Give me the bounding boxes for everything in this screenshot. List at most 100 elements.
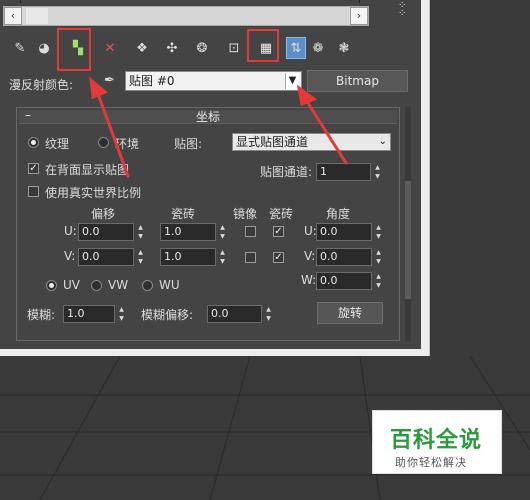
environ-label: 环境 (115, 137, 140, 151)
u-offset-spinner[interactable]: 0.0 ▲ ▼ (78, 223, 143, 241)
blur-offset-label: 模糊偏移: (141, 308, 194, 322)
reset-delete-icon[interactable]: ✕ (100, 37, 120, 59)
spinner-arrows-icon[interactable]: ▲ ▼ (373, 272, 384, 290)
u-angle-spinner[interactable]: 0.0 ▲ ▼ (316, 223, 381, 241)
angle-header: 角度 (326, 207, 351, 221)
u-mirror-checkbox[interactable] (245, 226, 256, 237)
u-tiling-spinner[interactable]: 1.0 ▲ ▼ (160, 223, 225, 241)
real-world-scale-checkbox[interactable] (28, 186, 39, 197)
u-offset-value: 0.0 (82, 225, 100, 238)
wu-radio[interactable] (142, 280, 153, 291)
spinner-arrows-icon[interactable]: ▲ ▼ (263, 305, 274, 323)
spinner-arrows-icon[interactable]: ▲ ▼ (116, 305, 127, 323)
rotate-button[interactable]: 旋转 (317, 302, 383, 324)
offset-header: 偏移 (91, 207, 116, 221)
material-editor-panel: ‹ › ⁘ ⁘ ✎ ◕ ▚ ✕ ❖ ✣ ❂ ⊡ ▦ ⇅ ❁ ❃ 漫反射颜色: ✒ … (0, 0, 421, 349)
scroll-thumb[interactable] (26, 8, 48, 24)
material-id-channel-icon[interactable]: ⊡ (224, 37, 244, 59)
real-world-scale-label: 使用真实世界比例 (45, 186, 142, 200)
mirror-header: 镜像 (233, 207, 258, 221)
u-angle-label: U: (304, 224, 317, 238)
map-channel-value: 1 (320, 165, 327, 178)
vertical-scroll-thumb[interactable] (405, 181, 411, 299)
v-offset-value: 0.0 (82, 250, 100, 263)
w-angle-spinner[interactable]: 0.0 ▲ ▼ (316, 272, 381, 290)
put-to-library-icon[interactable]: ❂ (192, 37, 212, 59)
map-type-button[interactable]: Bitmap (307, 70, 408, 92)
blur-offset-spinner[interactable]: 0.0 ▲ ▼ (207, 305, 271, 323)
spinner-arrows-icon[interactable]: ▲ ▼ (135, 223, 146, 241)
mapping-dropdown[interactable]: 显式贴图通道 ⌄ (232, 133, 391, 151)
v-offset-spinner[interactable]: 0.0 ▲ ▼ (78, 248, 143, 266)
spinner-arrows-icon[interactable]: ▲ ▼ (373, 248, 384, 266)
spinner-arrows-icon[interactable]: ▲ ▼ (217, 223, 228, 241)
u-tiling-value: 1.0 (164, 225, 182, 238)
chevron-down-icon[interactable]: ▼ (285, 73, 299, 89)
w-angle-label: W: (301, 273, 317, 287)
highlight-box-show-map (247, 29, 279, 62)
blur-label: 模糊: (27, 308, 56, 322)
diffuse-color-label: 漫反射颜色: (9, 78, 74, 92)
sample-slot-edges (20, 0, 360, 3)
v-tiling-spinner[interactable]: 1.0 ▲ ▼ (160, 248, 225, 266)
wu-label: WU (159, 278, 180, 292)
make-copy-icon[interactable]: ❖ (132, 37, 152, 59)
v-tile-checkbox[interactable]: ✓ (273, 252, 284, 263)
mapping-label: 贴图: (174, 137, 203, 151)
spinner-arrows-icon[interactable]: ▲ ▼ (217, 248, 228, 266)
blur-value: 1.0 (67, 307, 85, 320)
collapse-icon[interactable]: – (25, 108, 31, 122)
go-to-parent-icon[interactable]: ❁ (308, 37, 328, 59)
teapot-get-material-icon[interactable]: ✎ (10, 37, 30, 59)
uv-label: UV (63, 278, 80, 292)
blur-offset-value: 0.0 (211, 307, 229, 320)
spinner-arrows-icon[interactable]: ▲ ▼ (372, 163, 383, 181)
show-map-on-back-checkbox[interactable]: ✓ (28, 163, 39, 174)
go-forward-sibling-icon[interactable]: ❃ (334, 37, 354, 59)
u-label: U: (64, 224, 77, 238)
watermark-title: 百科全说 (390, 428, 483, 453)
v-angle-label: V: (304, 249, 316, 263)
uv-radio[interactable] (46, 280, 57, 291)
put-to-scene-icon[interactable]: ◕ (34, 37, 54, 59)
mapping-value: 显式贴图通道 (236, 135, 309, 149)
v-mirror-checkbox[interactable] (245, 252, 256, 263)
w-angle-value: 0.0 (320, 274, 338, 287)
vw-label: VW (108, 278, 129, 292)
environ-radio[interactable] (98, 137, 109, 148)
v-angle-spinner[interactable]: 0.0 ▲ ▼ (316, 248, 381, 266)
scroll-left-button[interactable]: ‹ (4, 7, 22, 25)
map-channel-spinner[interactable]: 1 ▲ ▼ (316, 163, 380, 181)
tile-header: 瓷砖 (269, 207, 294, 221)
spinner-arrows-icon[interactable]: ▲ ▼ (135, 248, 146, 266)
scroll-right-button[interactable]: › (350, 7, 368, 25)
texture-label: 纹理 (45, 137, 70, 151)
vw-radio[interactable] (91, 280, 102, 291)
make-unique-icon[interactable]: ✣ (162, 37, 182, 59)
chevron-down-icon: ⌄ (378, 136, 387, 147)
blur-spinner[interactable]: 1.0 ▲ ▼ (63, 305, 124, 323)
tiling-header: 瓷砖 (171, 207, 196, 221)
highlight-box-assign (57, 28, 91, 71)
texture-radio[interactable] (28, 137, 39, 148)
coordinates-rollout: – 坐标 纹理 环境 贴图: 显式贴图通道 ⌄ ✓ 在背面显示贴图 贴图通道: … (16, 107, 400, 341)
rollout-header[interactable]: – 坐标 (19, 108, 397, 124)
spinner-arrows-icon[interactable]: ▲ ▼ (373, 223, 384, 241)
map-channel-label: 贴图通道: (260, 165, 313, 179)
map-name-field[interactable]: 贴图 #0 ▼ (125, 71, 302, 91)
map-name-text: 贴图 #0 (129, 74, 175, 88)
vertical-scrollbar[interactable] (405, 107, 411, 341)
watermark-subtitle: 助你轻松解决 (395, 456, 467, 469)
sample-slots-strip: ‹ › ⁘ ⁘ (0, 0, 421, 28)
show-map-on-back-label: 在背面显示贴图 (45, 163, 130, 177)
v-angle-value: 0.0 (320, 250, 338, 263)
u-tile-checkbox[interactable]: ✓ (273, 226, 284, 237)
horizontal-scrollbar[interactable]: ‹ › (3, 6, 369, 26)
v-label: V: (64, 249, 76, 263)
material-editor-frame: ‹ › ⁘ ⁘ ✎ ◕ ▚ ✕ ❖ ✣ ❂ ⊡ ▦ ⇅ ❁ ❃ 漫反射颜色: ✒ … (0, 0, 430, 356)
watermark-logo: 百科全说 助你轻松解决 (372, 410, 502, 474)
sample-options-icon[interactable]: ⁘ ⁘ (398, 1, 414, 20)
show-end-result-icon[interactable]: ⇅ (286, 37, 306, 59)
rollout-title: 坐标 (195, 110, 220, 124)
eyedropper-icon[interactable]: ✒ (104, 73, 120, 91)
